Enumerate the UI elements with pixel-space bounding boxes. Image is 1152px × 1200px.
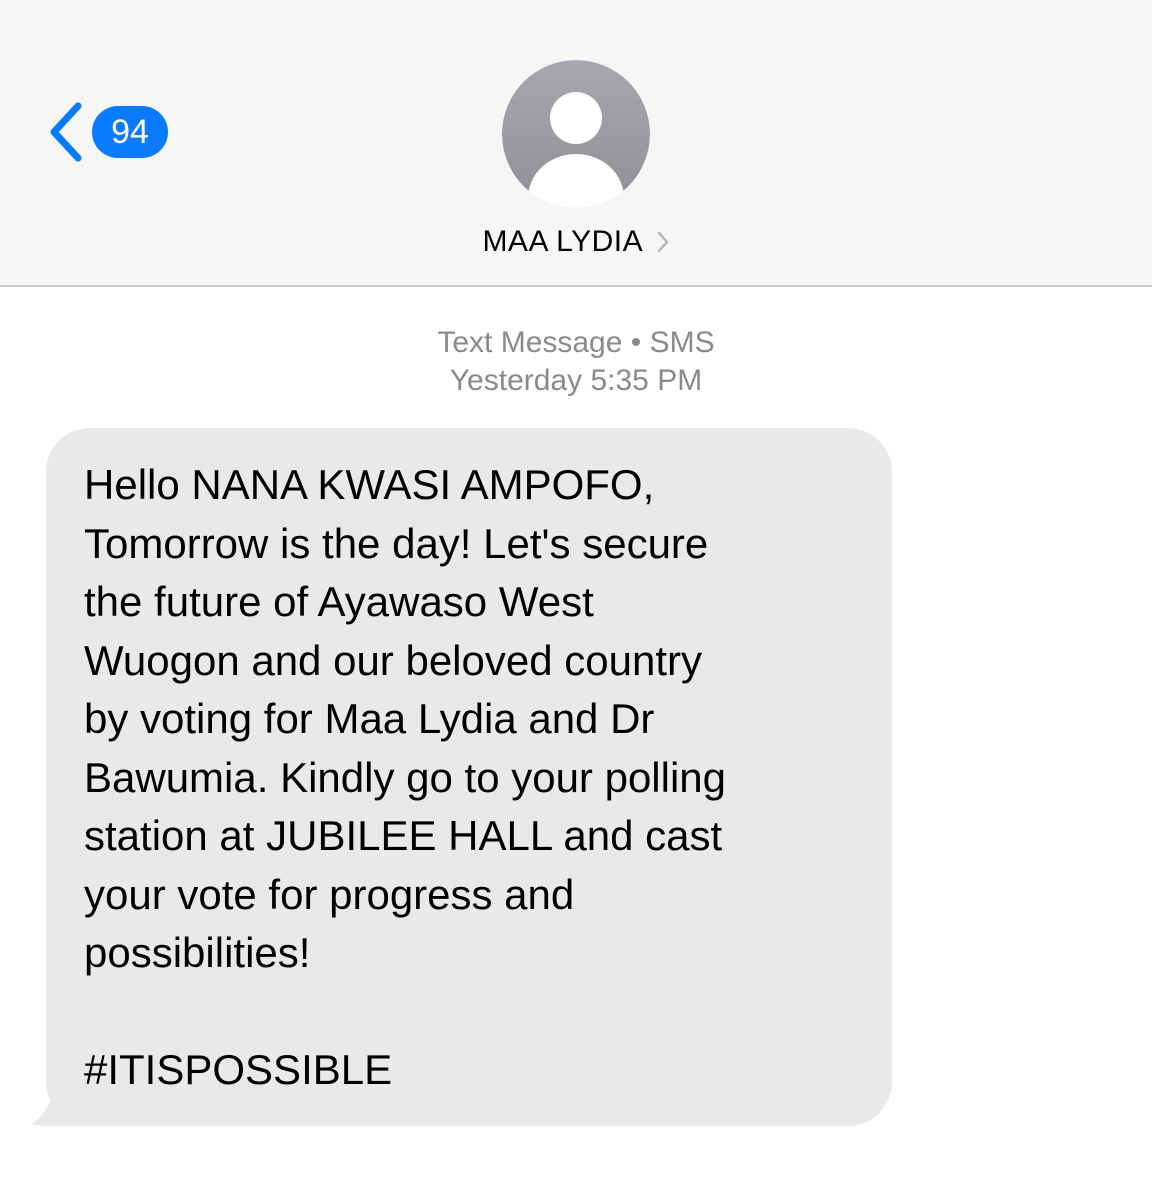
unread-count-badge: 94 [92,106,168,158]
thread-info: Text Message • SMS Yesterday 5:35 PM [0,324,1152,400]
back-button[interactable]: 94 [44,100,168,164]
person-icon [502,60,650,208]
contact-name-button[interactable]: MAA LYDIA [0,220,1152,264]
contact-name: MAA LYDIA [482,225,644,258]
service-type: SMS [649,326,715,359]
service-line: Text Message • SMS [0,324,1152,362]
incoming-message[interactable]: Hello NANA KWASI AMPOFO, Tomorrow is the… [30,428,892,1126]
timestamp-day: Yesterday [449,364,583,397]
chevron-right-icon [657,231,668,253]
timestamp-time: 5:35 PM [590,364,703,397]
contact-avatar[interactable] [502,60,650,208]
message-text: Hello NANA KWASI AMPOFO, Tomorrow is the… [84,461,727,976]
conversation-header: 94 MAA LYDIA [0,0,1152,287]
service-separator: • [630,326,642,359]
chevron-left-icon [50,102,82,162]
service-label: Text Message [437,326,623,359]
message-hashtag: #ITISPOSSIBLE [84,1046,393,1093]
timestamp-line: Yesterday 5:35 PM [0,362,1152,400]
message-bubble: Hello NANA KWASI AMPOFO, Tomorrow is the… [46,428,892,1126]
